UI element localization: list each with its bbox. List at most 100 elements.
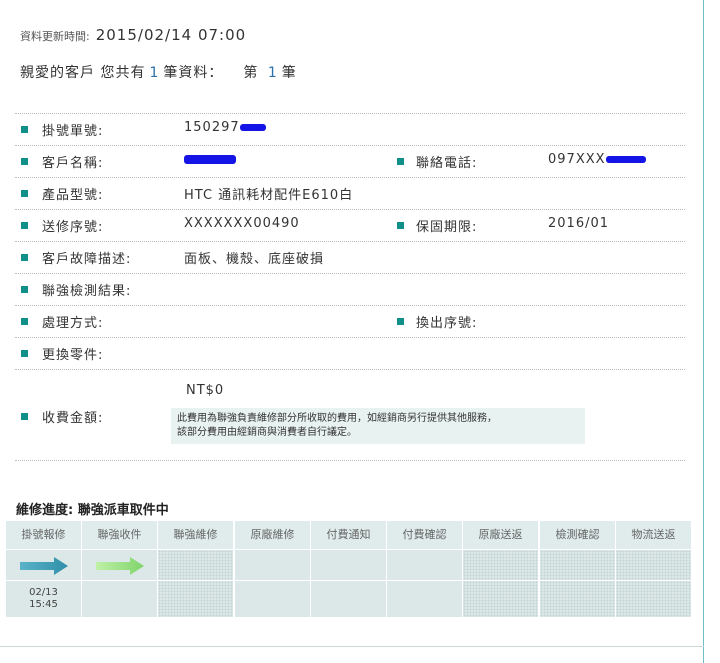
- step-label: 物流送返: [616, 521, 691, 549]
- update-time-value: 2015/02/14 07:00: [95, 26, 247, 44]
- bullet-icon: [21, 413, 28, 420]
- row-test-result: 聯強檢測結果:: [15, 273, 685, 305]
- fee-label: 收費金額:: [42, 411, 104, 426]
- redaction-mark: [239, 124, 266, 131]
- greeting-suffix: 筆資料：: [163, 65, 224, 81]
- bullet-icon: [21, 126, 28, 133]
- test-result-label: 聯強檢測結果:: [42, 284, 132, 299]
- step-date: 02/13 15:45: [6, 580, 81, 617]
- page-border-bottom: [0, 646, 704, 647]
- phone-label: 聯絡電話:: [416, 156, 478, 171]
- progress-steps: 掛號報修 02/13 15:45 聯強收件 聯強維修 原廠維修 付費通知 付費確…: [6, 521, 696, 617]
- arrow-done-icon: [20, 557, 68, 575]
- step-date: [158, 580, 233, 617]
- bullet-icon: [397, 158, 404, 165]
- step-date: [387, 580, 462, 617]
- step-7: 原廠送返: [463, 521, 538, 617]
- nth-prefix: 第: [243, 65, 259, 81]
- order-no-label: 掛號單號:: [42, 124, 104, 139]
- step-date: [235, 580, 310, 617]
- row-fault: 客戶故障描述: 面板、機殼、底座破損: [15, 241, 685, 273]
- step-indicator: [540, 549, 615, 580]
- record-count: 1: [149, 65, 160, 81]
- nth-suffix: 筆: [281, 65, 297, 81]
- phone-value: 097XXX: [548, 152, 606, 167]
- warranty-value: 2016/01: [548, 216, 610, 231]
- step-3: 聯強維修: [158, 521, 233, 617]
- bullet-icon: [21, 190, 28, 197]
- fee-note-line2: 該部分費用由經銷商與消費者自行議定。: [177, 427, 357, 438]
- redaction-mark: [184, 155, 236, 164]
- step-date-time: 15:45: [29, 599, 58, 610]
- step-date: [540, 580, 615, 617]
- order-no-value-wrap: 150297: [184, 120, 266, 135]
- row-customer: 客戶名稱: 聯絡電話: 097XXX: [15, 145, 685, 177]
- fee-note-line1: 此費用為聯強負責維修部分所收取的費用，如經銷商另行提供其他服務，: [177, 413, 497, 424]
- step-date: [82, 580, 157, 617]
- row-order-no: 掛號單號: 150297: [15, 113, 685, 145]
- step-8: 檢測確認: [540, 521, 615, 617]
- bullet-icon: [21, 254, 28, 261]
- bullet-icon: [21, 158, 28, 165]
- step-indicator: [6, 549, 81, 580]
- order-no-value: 150297: [184, 120, 240, 135]
- step-date: [616, 580, 691, 617]
- row-serial: 送修序號: XXXXXXX00490 保固期限: 2016/01: [15, 209, 685, 241]
- redaction-mark: [605, 156, 646, 163]
- update-label: 資料更新時間:: [20, 30, 90, 43]
- row-parts: 更換零件:: [15, 337, 685, 369]
- step-5: 付費通知: [311, 521, 386, 617]
- greeting-prefix: 親愛的客戶 您共有: [20, 65, 146, 81]
- step-date-day: 02/13: [29, 587, 58, 598]
- model-label: 產品型號:: [42, 188, 104, 203]
- bullet-icon: [21, 222, 28, 229]
- step-label: 原廠維修: [235, 521, 310, 549]
- step-indicator: [158, 549, 233, 580]
- row-model: 產品型號: HTC 通訊耗材配件E610白: [15, 177, 685, 209]
- step-label: 原廠送返: [463, 521, 538, 549]
- serial-label: 送修序號:: [42, 220, 104, 235]
- warranty-label: 保固期限:: [416, 220, 478, 235]
- step-indicator: [82, 549, 157, 580]
- step-label: 付費通知: [311, 521, 386, 549]
- fault-label: 客戶故障描述:: [42, 252, 132, 267]
- step-4: 原廠維修: [235, 521, 310, 617]
- step-label: 聯強維修: [158, 521, 233, 549]
- bullet-icon: [21, 350, 28, 357]
- progress-title: 維修進度: 聯強派車取件中: [16, 503, 169, 518]
- page-border-right: [703, 0, 704, 663]
- bullet-icon: [21, 318, 28, 325]
- bullet-icon: [397, 222, 404, 229]
- step-9: 物流送返: [616, 521, 691, 617]
- arrow-current-icon: [96, 557, 144, 575]
- step-indicator: [235, 549, 310, 580]
- phone-value-wrap: 097XXX: [548, 152, 646, 167]
- step-label: 檢測確認: [540, 521, 615, 549]
- step-indicator: [311, 549, 386, 580]
- swap-serial-label: 換出序號:: [416, 316, 478, 331]
- customer-value: [184, 152, 236, 167]
- bullet-icon: [21, 286, 28, 293]
- update-time: 資料更新時間: 2015/02/14 07:00: [20, 26, 246, 44]
- model-value: HTC 通訊耗材配件E610白: [184, 188, 354, 203]
- step-label: 聯強收件: [82, 521, 157, 549]
- parts-label: 更換零件:: [42, 348, 104, 363]
- fee-note: 此費用為聯強負責維修部分所收取的費用，如經銷商另行提供其他服務， 該部分費用由經…: [171, 408, 585, 444]
- customer-label: 客戶名稱:: [42, 156, 104, 171]
- handling-label: 處理方式:: [42, 316, 104, 331]
- step-label: 付費確認: [387, 521, 462, 549]
- step-label: 掛號報修: [6, 521, 81, 549]
- row-handling: 處理方式: 換出序號:: [15, 305, 685, 337]
- step-date: [463, 580, 538, 617]
- step-indicator: [387, 549, 462, 580]
- row-fee: NT$0 收費金額: 此費用為聯強負責維修部分所收取的費用，如經銷商另行提供其他…: [15, 369, 685, 461]
- fault-value: 面板、機殼、底座破損: [184, 252, 325, 267]
- step-date: [311, 580, 386, 617]
- record-detail-table: 掛號單號: 150297 客戶名稱: 聯絡電話: 097XXX 產品型號: HT…: [15, 113, 685, 461]
- step-1: 掛號報修 02/13 15:45: [6, 521, 81, 617]
- greeting: 親愛的客戶 您共有 1 筆資料：第 1筆: [20, 62, 297, 82]
- step-6: 付費確認: [387, 521, 462, 617]
- bullet-icon: [397, 318, 404, 325]
- step-indicator: [616, 549, 691, 580]
- fee-value: NT$0: [186, 383, 225, 398]
